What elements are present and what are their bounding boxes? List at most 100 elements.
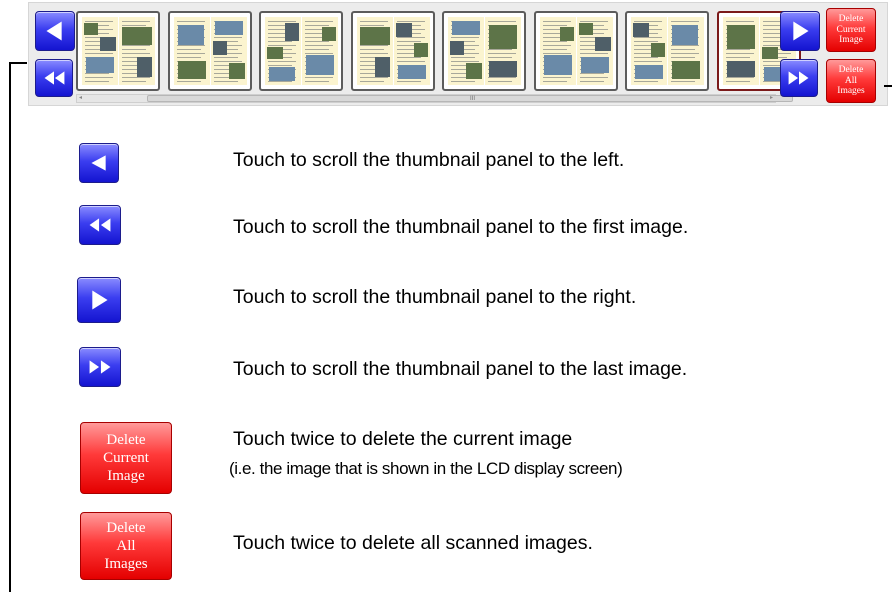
thumbnail-photo (86, 57, 114, 73)
delete-current-label-2: Current (836, 24, 866, 35)
thumbnail-item[interactable] (168, 11, 252, 91)
delete-current-label-3: Image (839, 35, 863, 46)
scroll-last-icon (788, 71, 809, 85)
thumbnail-text-line (85, 77, 113, 78)
scroll-left-icon (91, 155, 106, 171)
thumbnail-photo (285, 23, 299, 41)
thumbnail-item[interactable] (351, 11, 435, 91)
thumbnail-page (211, 17, 247, 85)
thumbnail-photo (633, 23, 649, 37)
thumbnail-text-line (726, 77, 754, 78)
thumbnail-text-line (634, 57, 658, 58)
scroll-last-button[interactable] (780, 59, 818, 97)
thumbnail-text-line (360, 21, 388, 22)
thumbnail-photo (229, 63, 245, 79)
thumbnail-page (357, 17, 393, 85)
thumbnail-text-line (634, 41, 658, 42)
thumbnail-photo (595, 37, 611, 51)
thumbnail-item[interactable] (625, 11, 709, 91)
legend-delete-current-button: Delete Current Image (80, 422, 172, 494)
thumbnail-photo (398, 65, 426, 79)
thumbnail-text-line (85, 73, 109, 74)
thumbnail-photo (322, 27, 336, 41)
thumbnail-text-line (177, 21, 205, 22)
thumbnail-photo (489, 25, 517, 49)
thumbnail-text-line (122, 49, 146, 50)
thumbnail-text-line (268, 45, 296, 46)
thumbnail-text-line (360, 81, 384, 82)
thumbnail-page (577, 17, 613, 85)
thumbnail-text-line (214, 57, 238, 58)
thumbnail-text-line (122, 45, 150, 46)
legend-delete-all-label-3: Images (104, 556, 148, 572)
thumbnail-photo (213, 41, 227, 55)
thumbnail-page (394, 17, 430, 85)
thumbnail-text-line (85, 81, 109, 82)
legend-text-scroll-left: Touch to scroll the thumbnail panel to t… (233, 149, 625, 171)
thumbnail-text-line (360, 25, 384, 26)
thumbnail-text-line (543, 49, 567, 50)
thumbnail-text-line (397, 81, 421, 82)
thumbnail-text-line (360, 49, 384, 50)
thumbnail-text-line (488, 49, 512, 50)
thumbnail-text-line (305, 25, 329, 26)
legend-text-scroll-last: Touch to scroll the thumbnail panel to t… (233, 358, 688, 380)
thumbnail-photo (544, 55, 572, 75)
thumbnail-text-line (305, 77, 333, 78)
thumbnail-page (119, 17, 155, 85)
thumbnail-text-line (671, 53, 699, 54)
scroll-last-icon (89, 360, 111, 374)
delete-all-images-button[interactable]: Delete All Images (826, 59, 876, 103)
thumbnail-text-line (488, 21, 516, 22)
thumbnail-text-line (268, 41, 292, 42)
thumbnail-text-line (122, 77, 150, 78)
thumbnail-text-line (451, 61, 479, 62)
thumbnail-panel[interactable] (76, 11, 801, 93)
thumbnail-text-line (177, 45, 205, 46)
thumbnail-text-line (397, 61, 425, 62)
thumbnail-text-line (177, 81, 201, 82)
thumbnail-text-line (671, 45, 699, 46)
thumbnail-text-line (543, 53, 571, 54)
thumbnail-photo (215, 21, 243, 35)
delete-all-label-2: All (844, 75, 858, 86)
thumbnail-page (723, 17, 759, 85)
thumbnail-text-line (397, 37, 425, 38)
thumbnail-text-line (268, 81, 292, 82)
legend-delete-all-label-1: Delete (106, 520, 146, 536)
thumbnail-photo (727, 61, 755, 77)
thumbnail-text-line (726, 57, 750, 58)
thumbnail-item[interactable] (259, 11, 343, 91)
thumbnail-photo (360, 27, 390, 45)
delete-all-label-3: Images (837, 86, 865, 97)
thumbnail-photo (489, 61, 517, 77)
thumbnail-page (174, 17, 210, 85)
thumbnail-text-line (305, 21, 333, 22)
thumbnail-text-line (214, 61, 242, 62)
thumbnail-text-line (726, 53, 754, 54)
thumbnail-item[interactable] (76, 11, 160, 91)
thumbnail-text-line (726, 21, 754, 22)
scrollbar-thumb[interactable]: III (147, 95, 793, 102)
thumbnail-item[interactable] (442, 11, 526, 91)
thumbnail-scrollbar[interactable]: ◂ III ▸ (76, 94, 793, 103)
thumbnail-text-line (634, 61, 662, 62)
thumbnail-photo (466, 63, 482, 79)
thumbnail-photo (267, 47, 283, 59)
thumbnail-page (631, 17, 667, 85)
thumbnail-text-line (305, 45, 333, 46)
thumbnail-photo (269, 67, 295, 81)
scroll-right-button[interactable] (780, 11, 820, 51)
thumbnail-text-line (85, 21, 113, 22)
scroll-first-icon (89, 218, 111, 232)
scroll-left-button[interactable] (35, 11, 75, 51)
thumbnail-photo (84, 23, 98, 35)
delete-current-image-button[interactable]: Delete Current Image (826, 8, 876, 52)
scroll-first-button[interactable] (35, 59, 73, 97)
bracket-top-right (884, 85, 892, 87)
thumbnail-photo (100, 37, 116, 51)
legend-subtext-delete-current: (i.e. the image that is shown in the LCD… (229, 459, 623, 478)
thumbnail-item[interactable] (534, 11, 618, 91)
legend-text-scroll-right: Touch to scroll the thumbnail panel to t… (233, 286, 637, 308)
thumbnail-text-line (488, 77, 516, 78)
